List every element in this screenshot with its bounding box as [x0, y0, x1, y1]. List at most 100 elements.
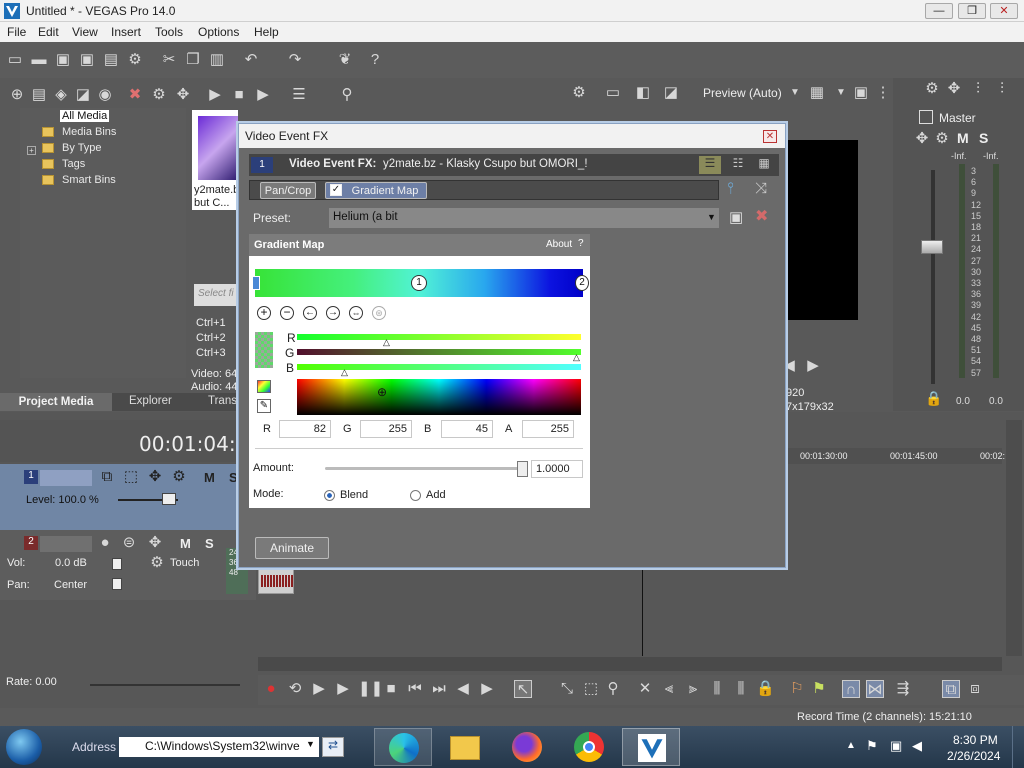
tree-item-tags[interactable]: Tags [62, 158, 85, 170]
snapping-icon[interactable]: ∩ [842, 680, 860, 698]
delete-preset-icon[interactable]: ✖ [755, 206, 768, 226]
tree-item-all-media[interactable]: All Media [60, 110, 110, 122]
tree-item-smart-bins[interactable]: Smart Bins [62, 174, 116, 186]
blue-slider[interactable] [297, 364, 581, 370]
envelope-tool-icon[interactable]: ⤡ [558, 680, 576, 698]
audio-track-header[interactable]: 2 ● ⊜ ✥ M S Vol: 0.0 dB ⚙ Touch Pan: Cen… [0, 530, 256, 600]
help-whats-this-icon[interactable]: ? [366, 51, 384, 69]
play-from-start-icon[interactable]: ▶ [310, 680, 328, 698]
fx-chain-pan-crop[interactable]: Pan/Crop [260, 182, 316, 199]
start-button[interactable] [6, 729, 42, 765]
master-pan-icon[interactable]: ✥ [945, 80, 963, 98]
render-icon[interactable]: ▤ [102, 51, 120, 69]
rate-slider[interactable] [90, 684, 240, 686]
lock-envelopes-icon[interactable]: ⧉ [942, 680, 960, 698]
green-slider-handle[interactable]: △ [573, 352, 580, 363]
preset-select[interactable]: Helium (a bit [329, 208, 719, 228]
view-details-icon[interactable]: ☷ [727, 156, 749, 174]
auto-ripple-icon[interactable]: ⇶ [894, 680, 912, 698]
maximize-button[interactable]: ❐ [958, 3, 986, 19]
amount-slider-handle[interactable] [517, 461, 528, 477]
plugin-icon[interactable]: ❦ [336, 51, 354, 69]
help-link[interactable]: ? [578, 238, 584, 249]
video-track-header[interactable]: 1 ⧉ ⬚ ✥ ⚙ M S Level: 100.0 % [0, 464, 256, 530]
automation-gear-icon[interactable]: ⚙ [148, 554, 166, 572]
red-slider-handle[interactable]: △ [383, 337, 390, 348]
paste-icon[interactable]: ▥ [208, 51, 226, 69]
properties-gear-icon[interactable]: ⚙ [126, 51, 144, 69]
mode-add-radio[interactable] [410, 490, 421, 501]
address-input[interactable]: C:\Windows\System32\winve [119, 737, 319, 757]
remove-icon[interactable]: ✖ [126, 86, 144, 104]
menu-options[interactable]: Options [198, 25, 239, 39]
record-arm-icon[interactable]: ● [96, 534, 114, 552]
prev-stop-icon[interactable]: ← [303, 306, 317, 320]
next-frame-icon[interactable]: ▶ [478, 680, 496, 698]
color-spectrum-picker[interactable] [297, 379, 581, 415]
track-name-input[interactable] [40, 536, 92, 552]
master-mixer-icon[interactable]: ⫶ [969, 80, 987, 98]
media-thumbnail[interactable]: y2mate.b... but C... [192, 110, 238, 210]
dialog-close-button[interactable]: ✕ [763, 130, 777, 143]
auto-crossfade-icon[interactable]: ⋈ [866, 680, 884, 698]
master-fx-gear-icon[interactable]: ⚙ [933, 130, 951, 148]
show-hidden-icons-icon[interactable]: ▲ [846, 740, 856, 751]
media-gear-icon[interactable]: ⚙ [150, 86, 168, 104]
minimize-button[interactable]: — [925, 3, 953, 19]
lock-icon[interactable]: 🔒 [925, 390, 942, 407]
volume-icon[interactable]: ◀ [912, 738, 922, 754]
expand-icon[interactable]: + [27, 146, 36, 155]
track-fx-icon[interactable]: ✥ [146, 468, 164, 486]
horizontal-scrollbar[interactable] [258, 657, 1002, 671]
play-icon[interactable]: ▶ [334, 680, 352, 698]
save-preset-icon[interactable]: ▣ [729, 208, 743, 226]
red-slider[interactable] [297, 334, 581, 340]
marker-icon[interactable]: ⚐ [788, 680, 806, 698]
show-desktop-button[interactable] [1012, 726, 1024, 768]
mode-blend-radio[interactable] [324, 490, 335, 501]
about-link[interactable]: About [546, 239, 572, 250]
r-value-input[interactable]: 82 [279, 420, 331, 438]
split-icon[interactable]: ⫼ [708, 680, 726, 698]
reverse-stops-icon[interactable]: ⊛ [372, 306, 386, 320]
green-slider[interactable] [297, 349, 581, 355]
loop-icon[interactable]: ⟲ [286, 680, 304, 698]
track-name-input[interactable] [40, 470, 92, 486]
lock-icon[interactable]: 🔒 [756, 680, 775, 698]
blue-slider-handle[interactable]: △ [341, 367, 348, 378]
web-icon[interactable]: ◉ [96, 86, 114, 104]
audio-event-clip[interactable] [258, 566, 294, 594]
gradient-stop-2[interactable]: 2 [575, 275, 589, 291]
next-frame-icon[interactable]: ▶ [804, 357, 822, 375]
action-center-flag-icon[interactable]: ⚑ [866, 738, 878, 754]
solo-button[interactable]: S [205, 536, 214, 551]
media-search-input[interactable]: Select fi [194, 284, 238, 306]
solo-button[interactable]: S [229, 470, 238, 485]
master-pan-control-icon[interactable]: ✥ [913, 130, 931, 148]
menu-file[interactable]: File [7, 25, 26, 39]
mute-button[interactable]: M [180, 536, 191, 551]
chevron-down-icon[interactable]: ▼ [832, 84, 850, 102]
g-value-input[interactable]: 255 [360, 420, 412, 438]
menu-edit[interactable]: Edit [38, 25, 59, 39]
zoom-tool-icon[interactable]: ⚲ [604, 680, 622, 698]
selection-tool-icon[interactable]: ⬚ [582, 680, 600, 698]
menu-tools[interactable]: Tools [155, 25, 183, 39]
split-audio-icon[interactable]: ⫼ [732, 680, 750, 698]
master-fader-handle[interactable] [921, 240, 943, 254]
close-button[interactable]: ✕ [990, 3, 1018, 19]
master-fx-icon[interactable] [919, 110, 933, 124]
cut-icon[interactable]: ✂ [160, 51, 178, 69]
playhead-cursor[interactable] [642, 562, 643, 656]
fx-chain-split-icon[interactable]: ⫯ [727, 180, 734, 198]
copy-icon[interactable]: ❐ [184, 51, 202, 69]
tab-project-media[interactable]: Project Media [0, 393, 112, 411]
trim-end-icon[interactable]: ⫸ [684, 680, 702, 698]
gradient-stop-0[interactable] [252, 276, 260, 290]
external-monitor-icon[interactable]: ▭ [604, 84, 622, 102]
b-value-input[interactable]: 45 [441, 420, 493, 438]
undo-icon[interactable]: ↶ [242, 51, 260, 69]
add-stop-icon[interactable]: + [257, 306, 271, 320]
grid-icon[interactable]: ▦ [808, 84, 826, 102]
view-icon[interactable]: ☰ [290, 86, 308, 104]
